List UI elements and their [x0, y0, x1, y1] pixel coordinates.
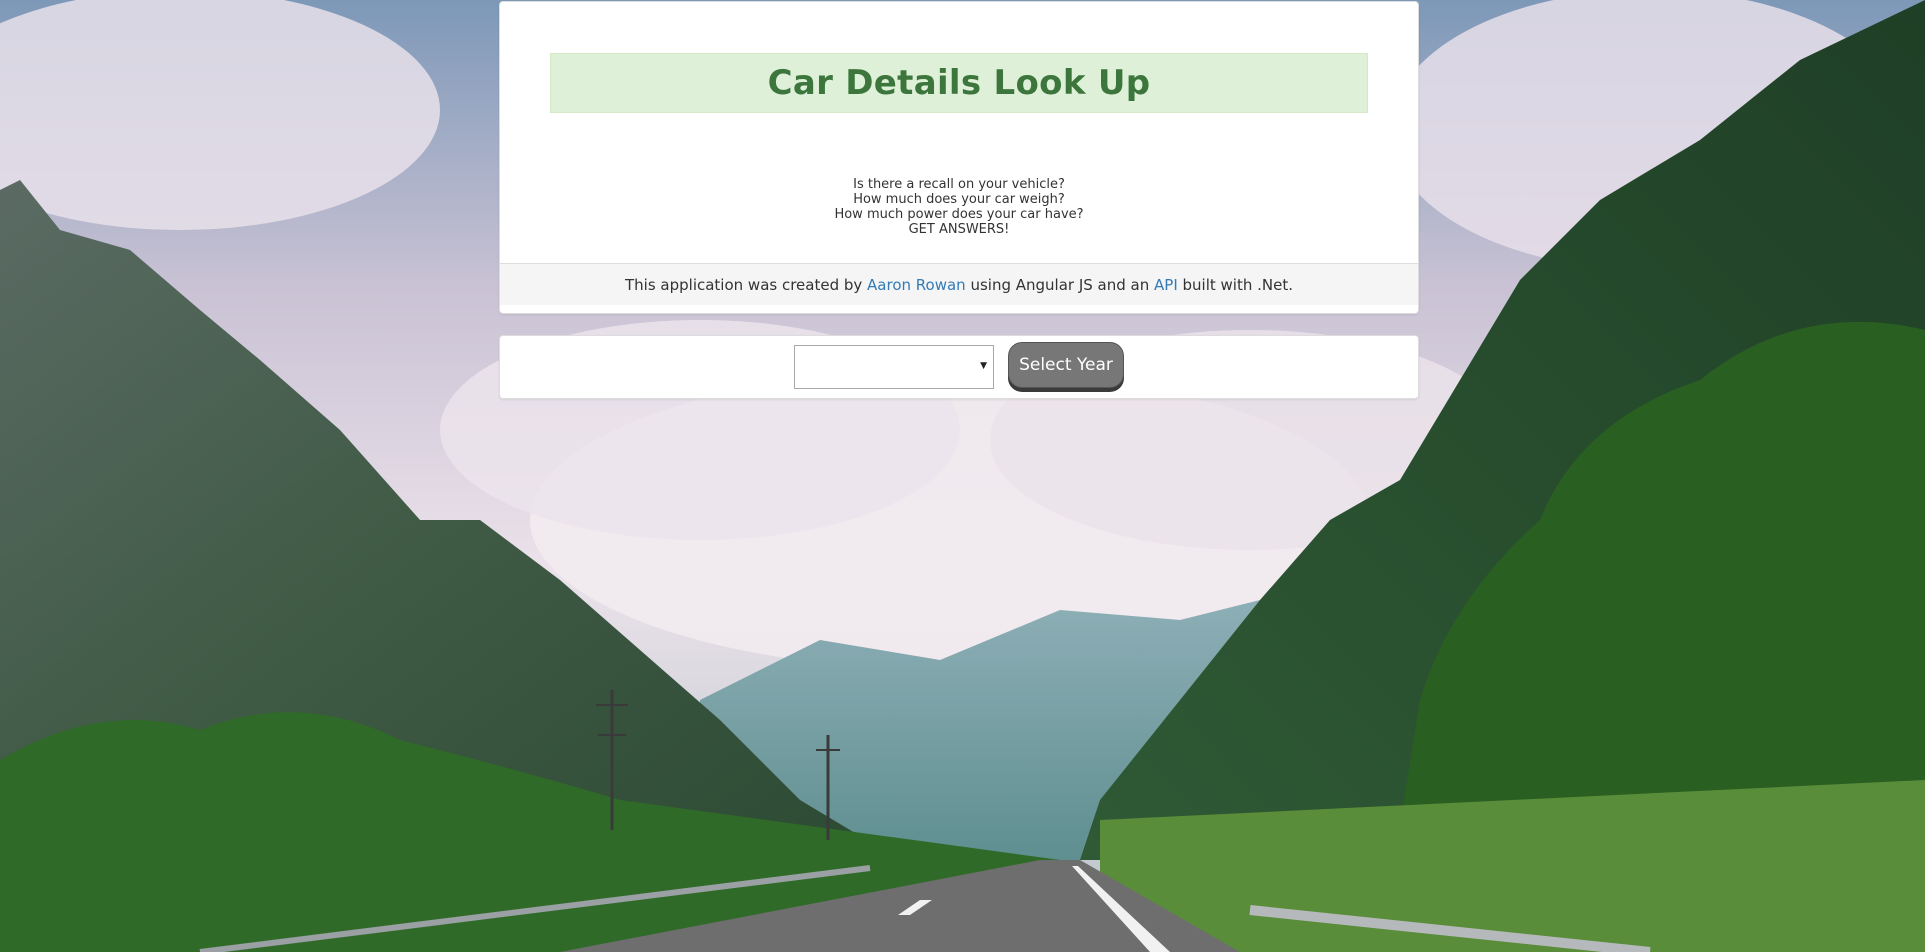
dropdown-arrow-icon: ▼	[980, 361, 988, 371]
header-banner: Car Details Look Up	[550, 53, 1368, 113]
question-power: How much power does your car have?	[834, 207, 1084, 222]
question-recall: Is there a recall on your vehicle?	[853, 177, 1065, 192]
intro-questions: Is there a recall on your vehicle? How m…	[500, 177, 1418, 237]
year-select-row: ▼ Select Year	[500, 336, 1418, 398]
page-title: Car Details Look Up	[767, 63, 1151, 103]
year-dropdown[interactable]: ▼	[794, 345, 995, 389]
question-weight: How much does your car weigh?	[853, 192, 1065, 207]
credits-text-middle: using Angular JS and an	[965, 275, 1155, 294]
author-link[interactable]: Aaron Rowan	[867, 276, 966, 294]
credits-footer: This application was created by Aaron Ro…	[500, 263, 1418, 305]
year-select-panel: ▼ Select Year	[499, 335, 1419, 399]
api-link[interactable]: API	[1154, 276, 1178, 294]
get-answers-text: GET ANSWERS!	[908, 222, 1010, 237]
intro-panel: Car Details Look Up Is there a recall on…	[499, 1, 1419, 314]
credits-text-after: built with .Net.	[1177, 275, 1293, 294]
select-year-button[interactable]: Select Year	[1008, 342, 1124, 388]
credits-text-before: This application was created by	[625, 275, 868, 294]
